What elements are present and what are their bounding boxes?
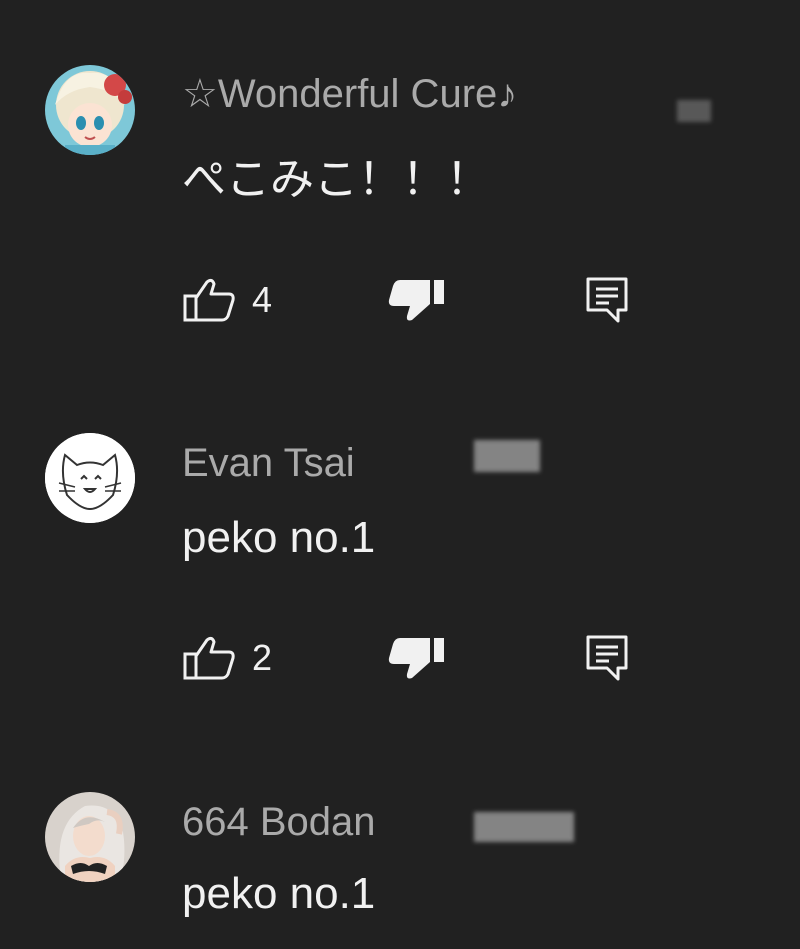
- comment-text: peko no.1: [182, 513, 376, 562]
- avatar[interactable]: [45, 65, 135, 155]
- reply-icon: [586, 635, 628, 681]
- comment-actions: 4: [182, 272, 682, 328]
- comment-item: Evan Tsai peko no.1 2: [0, 400, 800, 760]
- reply-button[interactable]: [579, 272, 635, 328]
- comment-item: ☆Wonderful Cure♪ ぺこみこ！！！ 4: [0, 0, 800, 400]
- like-button[interactable]: 4: [182, 272, 272, 328]
- comment-item: 664 Bodan peko no.1: [0, 760, 800, 949]
- comment-author[interactable]: ☆Wonderful Cure♪: [182, 74, 517, 114]
- like-count: 2: [252, 637, 273, 678]
- comment-timestamp-redacted: [474, 440, 540, 472]
- avatar[interactable]: [45, 792, 135, 882]
- like-count: 4: [252, 279, 273, 320]
- dislike-button[interactable]: [387, 630, 447, 686]
- anime-girl-avatar-icon: [45, 792, 135, 882]
- comment-text: ぺこみこ！！！: [182, 155, 490, 204]
- cat-sketch-avatar-icon: [45, 433, 135, 523]
- dislike-button[interactable]: [387, 272, 447, 328]
- thumbs-down-icon: [388, 280, 444, 321]
- comment-actions: 2: [182, 630, 682, 686]
- thumbs-up-icon: [183, 278, 235, 322]
- comment-timestamp-redacted: [474, 812, 574, 842]
- reply-button[interactable]: [579, 630, 635, 686]
- comment-author[interactable]: 664 Bodan: [182, 802, 376, 842]
- thumbs-down-icon: [388, 638, 444, 679]
- comment-author[interactable]: Evan Tsai: [182, 443, 355, 483]
- like-button[interactable]: 2: [182, 630, 272, 686]
- avatar[interactable]: [45, 433, 135, 523]
- comment-timestamp-redacted: [677, 100, 711, 122]
- reply-icon: [586, 277, 628, 323]
- thumbs-up-icon: [183, 636, 235, 680]
- anime-girl-avatar-icon: [45, 65, 135, 155]
- comment-text: peko no.1: [182, 869, 376, 918]
